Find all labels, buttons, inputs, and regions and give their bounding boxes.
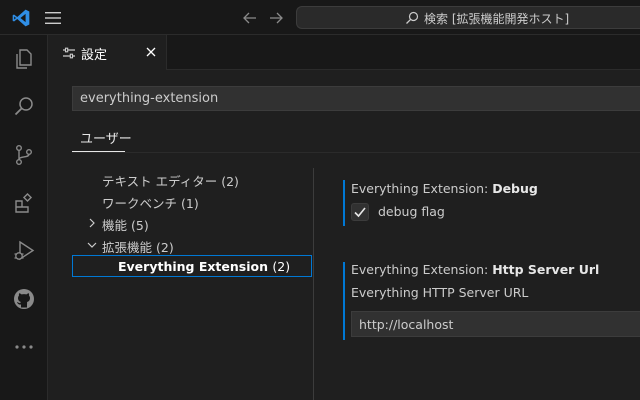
toc-item-text: 拡張機能 (102, 240, 153, 255)
chevron-right-icon[interactable] (86, 217, 98, 229)
more-button[interactable] (0, 323, 48, 371)
toc-item-text: Everything Extension (118, 259, 268, 274)
setting-name: Http Server Url (492, 262, 600, 277)
toc-item-label: 拡張機能 (2) (102, 237, 174, 256)
search-view-button[interactable] (0, 83, 48, 131)
explorer-button[interactable] (0, 35, 48, 83)
setting-name: Debug (492, 181, 538, 196)
tab-settings[interactable]: 設定 (48, 35, 167, 70)
toc-item-count: (5) (131, 218, 149, 233)
run-debug-icon (14, 240, 35, 261)
extensions-button[interactable] (0, 179, 48, 227)
command-center[interactable]: 検索 [拡張機能開発ホスト] (296, 6, 640, 29)
setting-title-debug: Everything Extension: Debug (351, 181, 538, 196)
settings-search-value: everything-extension (80, 91, 219, 106)
search-icon (406, 11, 419, 24)
activity-bar (0, 35, 48, 400)
toc-item-extensions[interactable]: 拡張機能 (2) (72, 234, 312, 256)
check-icon (354, 207, 366, 218)
more-icon (15, 345, 33, 349)
setting-focus-border (343, 180, 345, 226)
toc-item-everything-extension[interactable]: Everything Extension (2) (72, 255, 312, 277)
toc-item-text: 機能 (102, 218, 128, 233)
setting-category: Everything Extension: (351, 181, 493, 196)
extensions-icon (15, 192, 33, 213)
tab-label: 設定 (81, 48, 108, 63)
debug-checkbox-label[interactable]: debug flag (378, 204, 445, 219)
user-scope-tab[interactable]: ユーザー (80, 128, 132, 147)
toc-item-text-editor[interactable]: テキスト エディター (2) (72, 168, 312, 190)
github-icon (14, 289, 34, 309)
command-center-text: 検索 [拡張機能開発ホスト] (424, 12, 570, 26)
http-server-url-input[interactable]: http://localhost (351, 311, 640, 337)
github-button[interactable] (0, 275, 48, 323)
source-control-icon (15, 145, 32, 166)
setting-category: Everything Extension: (351, 262, 493, 277)
toc-item-text: テキスト エディター (102, 174, 218, 189)
debug-checkbox[interactable] (351, 203, 369, 221)
toc-item-count: (1) (181, 196, 199, 211)
toc-item-label: ワークベンチ (1) (102, 193, 199, 212)
menu-icon[interactable] (44, 10, 62, 26)
run-debug-button[interactable] (0, 227, 48, 275)
source-control-button[interactable] (0, 131, 48, 179)
toc-item-workbench[interactable]: ワークベンチ (1) (72, 190, 312, 212)
vscode-logo-icon[interactable] (11, 8, 31, 28)
title-bar: 検索 [拡張機能開発ホスト] (0, 0, 640, 35)
toc-item-label: 機能 (5) (102, 215, 149, 234)
settings-search-input[interactable]: everything-extension (72, 86, 640, 111)
setting-focus-border (343, 262, 345, 340)
setting-description: Everything HTTP Server URL (351, 285, 529, 300)
toc-item-label: テキスト エディター (2) (102, 171, 239, 190)
toc-item-count: (2) (156, 240, 174, 255)
setting-title-http-server-url: Everything Extension: Http Server Url (351, 262, 599, 277)
toc-item-label: Everything Extension (2) (118, 259, 290, 274)
search-icon (14, 97, 33, 116)
arrow-left-icon[interactable] (241, 9, 259, 27)
settings-icon (63, 47, 75, 59)
settings-header-divider (72, 152, 640, 153)
arrow-right-icon[interactable] (267, 9, 285, 27)
toc-item-features[interactable]: 機能 (5) (72, 212, 312, 234)
toc-item-count: (2) (272, 259, 291, 274)
files-icon (16, 49, 32, 69)
toc-item-count: (2) (221, 174, 239, 189)
http-server-url-value: http://localhost (359, 317, 454, 332)
close-icon[interactable] (144, 45, 158, 59)
toc-sash[interactable] (313, 168, 314, 400)
chevron-down-icon[interactable] (86, 239, 98, 251)
toc-item-text: ワークベンチ (102, 196, 178, 211)
editor-tab-bar: 設定 (48, 35, 640, 70)
